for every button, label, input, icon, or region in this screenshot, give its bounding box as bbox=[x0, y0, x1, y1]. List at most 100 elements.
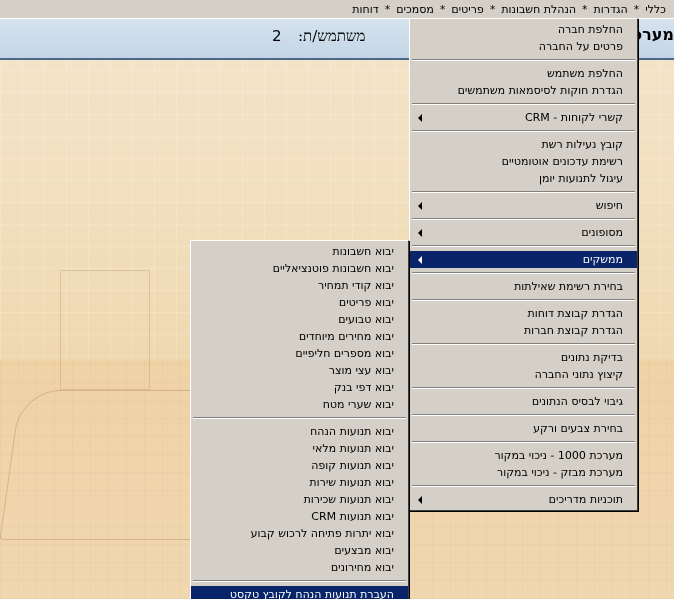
sub-menu-item-label: יבוא קודי תמחיר bbox=[318, 279, 394, 292]
sub-menu-item-label: יבוא תנועות הנהח bbox=[310, 425, 394, 438]
app-title-fragment: מערכ bbox=[638, 25, 674, 44]
main-menu-item[interactable]: בחירת צבעים ורקע bbox=[410, 420, 637, 437]
main-menu-item[interactable]: מערכת 1000 - ניכוי במקור bbox=[410, 447, 637, 464]
sub-menu-item[interactable]: יבוא תנועות הנהח bbox=[191, 423, 408, 440]
main-menu-divider bbox=[412, 485, 635, 487]
menubar-item-5[interactable]: דוחות bbox=[348, 3, 382, 16]
main-menu-item[interactable]: החלפת חברה bbox=[410, 21, 637, 38]
main-menu-item[interactable]: קשרי לקוחות - CRM bbox=[410, 109, 637, 126]
sub-menu-item[interactable]: יבוא דפי בנק bbox=[191, 379, 408, 396]
main-menu-item[interactable]: גיבוי לבסיס הנתונים bbox=[410, 393, 637, 410]
main-menu-divider bbox=[412, 272, 635, 274]
sub-menu-item-label: יבוא עצי מוצר bbox=[328, 364, 394, 377]
main-menu-divider bbox=[412, 299, 635, 301]
sub-menu-item[interactable]: יבוא תנועות שירות bbox=[191, 474, 408, 491]
main-menu-item-label: פרטים על החברה bbox=[538, 40, 623, 53]
sub-menu-item[interactable]: יבוא מבצעים bbox=[191, 542, 408, 559]
main-menu-divider bbox=[412, 245, 635, 247]
sub-menu-item-label: יבוא תנועות שירות bbox=[309, 476, 394, 489]
main-menu-item[interactable]: חיפוש bbox=[410, 197, 637, 214]
sub-menu-item-label: יבוא מבצעים bbox=[334, 544, 394, 557]
main-menu-item[interactable]: תוכניות מדריכים bbox=[410, 491, 637, 508]
menubar-separator: * bbox=[582, 2, 588, 16]
sub-menu-item[interactable]: יבוא תנועות CRM bbox=[191, 508, 408, 525]
sub-menu-item-label: יבוא תנועות מלאי bbox=[312, 442, 394, 455]
user-value: 2 bbox=[272, 27, 282, 45]
sub-menu-item[interactable]: יבוא תנועות קופה bbox=[191, 457, 408, 474]
sub-menu-item-label: העברת תנועות הנהח לקובץ טקסט bbox=[229, 588, 394, 599]
main-menu-item-label: החלפת משתמש bbox=[547, 67, 623, 80]
sub-menu-item-label: יבוא מחירונים bbox=[330, 561, 394, 574]
main-menu-item-label: החלפת חברה bbox=[557, 23, 623, 36]
sub-menu-item-label: יבוא מחירים מיוחדים bbox=[298, 330, 394, 343]
main-menu-item[interactable]: פרטים על החברה bbox=[410, 38, 637, 55]
sub-menu-item[interactable]: יבוא מחירים מיוחדים bbox=[191, 328, 408, 345]
main-menu-item-label: קובץ נעילות רשת bbox=[541, 138, 623, 151]
main-menu-item[interactable]: הגדרת חוקות לסיסמאות משתמשים bbox=[410, 82, 637, 99]
main-menu-divider bbox=[412, 218, 635, 220]
interfaces-submenu: יבוא חשבונות יבוא חשבונות פוטנציאליים יבוא… bbox=[190, 240, 409, 599]
main-menu-item-label: קשרי לקוחות - CRM bbox=[524, 111, 623, 124]
sub-menu-item[interactable]: יבוא קודי תמחיר bbox=[191, 277, 408, 294]
main-menu-divider bbox=[412, 387, 635, 389]
sub-menu-item-label: יבוא דפי בנק bbox=[333, 381, 394, 394]
main-menu-divider bbox=[412, 191, 635, 193]
menu-bar: כללי * הגדרות * הנהלת חשבונות * פריטים * מסמכים *… bbox=[0, 0, 674, 18]
main-menu-item-label: חיפוש bbox=[595, 199, 623, 212]
menubar-item-4[interactable]: מסמכים bbox=[392, 3, 438, 16]
submenu-arrow-icon bbox=[418, 256, 422, 264]
sub-menu-item[interactable]: יבוא תנועות מלאי bbox=[191, 440, 408, 457]
main-menu-item-label: גיבוי לבסיס הנתונים bbox=[531, 395, 623, 408]
main-menu-item[interactable]: בדיקת נתונים bbox=[410, 349, 637, 366]
sub-menu-item-label: יבוא תנועות שכירות bbox=[303, 493, 394, 506]
menubar-item-2[interactable]: הנהלת חשבונות bbox=[497, 3, 580, 16]
sub-menu-item-label: יבוא פריטים bbox=[338, 296, 394, 309]
main-menu-item[interactable]: בחירת רשימת שאילתות bbox=[410, 278, 637, 295]
main-menu-item[interactable]: הגדרת קבוצת דוחות bbox=[410, 305, 637, 322]
main-menu-divider bbox=[412, 103, 635, 105]
sub-menu-item[interactable]: יבוא פריטים bbox=[191, 294, 408, 311]
sub-menu-divider bbox=[193, 580, 406, 582]
sub-menu-item[interactable]: יבוא עצי מוצר bbox=[191, 362, 408, 379]
sub-menu-item[interactable]: יבוא חשבונות פוטנציאליים bbox=[191, 260, 408, 277]
main-menu-item-label: בדיקת נתונים bbox=[560, 351, 623, 364]
menubar-item-0[interactable]: כללי bbox=[641, 3, 670, 16]
main-menu-item-label: הגדרת קבוצת דוחות bbox=[527, 307, 624, 320]
main-menu-item[interactable]: החלפת משתמש bbox=[410, 65, 637, 82]
sub-menu-item-label: יבוא חשבונות bbox=[332, 245, 394, 258]
main-menu-item-label: רשימת עדכונים אוטומטיים bbox=[501, 155, 623, 168]
main-menu-item[interactable]: רשימת עדכונים אוטומטיים bbox=[410, 153, 637, 170]
menubar-separator: * bbox=[489, 2, 496, 16]
user-label: משתמש/ת: bbox=[298, 27, 366, 45]
sub-menu-item-label: יבוא חשבונות פוטנציאליים bbox=[272, 262, 394, 275]
sub-menu-item[interactable]: יבוא מחירונים bbox=[191, 559, 408, 576]
main-menu-item[interactable]: מסופונים bbox=[410, 224, 637, 241]
main-menu-divider bbox=[412, 59, 635, 61]
menubar-item-1[interactable]: הגדרות bbox=[590, 3, 632, 16]
menubar-item-3[interactable]: פריטים bbox=[447, 3, 487, 16]
main-menu-item[interactable]: קובץ נעילות רשת bbox=[410, 136, 637, 153]
main-menu-item-label: מסופונים bbox=[581, 226, 623, 239]
menubar-separator: * bbox=[439, 2, 446, 16]
main-menu-item[interactable]: מערכת מבזק - ניכוי במקור bbox=[410, 464, 637, 481]
sub-menu-item[interactable]: יבוא יתרות פתיחה לרכוש קבוע bbox=[191, 525, 408, 542]
submenu-arrow-icon bbox=[418, 496, 422, 504]
sub-menu-item[interactable]: יבוא חשבונות bbox=[191, 243, 408, 260]
background-sketch-upper bbox=[60, 270, 150, 390]
sub-menu-item[interactable]: יבוא תנועות שכירות bbox=[191, 491, 408, 508]
sub-menu-item[interactable]: יבוא מספרים חליפיים bbox=[191, 345, 408, 362]
main-menu-item[interactable]: עיגול לתנועות יומן bbox=[410, 170, 637, 187]
main-menu-item[interactable]: הגדרת קבוצת חברות bbox=[410, 322, 637, 339]
sub-menu-item-label: יבוא תנועות קופה bbox=[311, 459, 394, 472]
main-menu-item-label: מערכת מבזק - ניכוי במקור bbox=[497, 466, 623, 479]
main-menu-divider bbox=[412, 130, 635, 132]
sub-menu-item[interactable]: יבוא טבועים bbox=[191, 311, 408, 328]
main-menu-item-label: מערכת 1000 - ניכוי במקור bbox=[494, 449, 623, 462]
main-menu-item-label: הגדרת קבוצת חברות bbox=[523, 324, 623, 337]
sub-menu-item[interactable]: יבוא שערי מטח bbox=[191, 396, 408, 413]
main-menu-item[interactable]: קיצוץ נתוני החברה bbox=[410, 366, 637, 383]
sub-menu-item-label: יבוא שערי מטח bbox=[322, 398, 394, 411]
main-menu-item[interactable]: ממשקים bbox=[410, 251, 637, 268]
settings-dropdown-menu: החלפת חברה פרטים על החברה החלפת משתמש הגדרת… bbox=[409, 18, 638, 511]
sub-menu-item[interactable]: העברת תנועות הנהח לקובץ טקסט bbox=[191, 586, 408, 599]
